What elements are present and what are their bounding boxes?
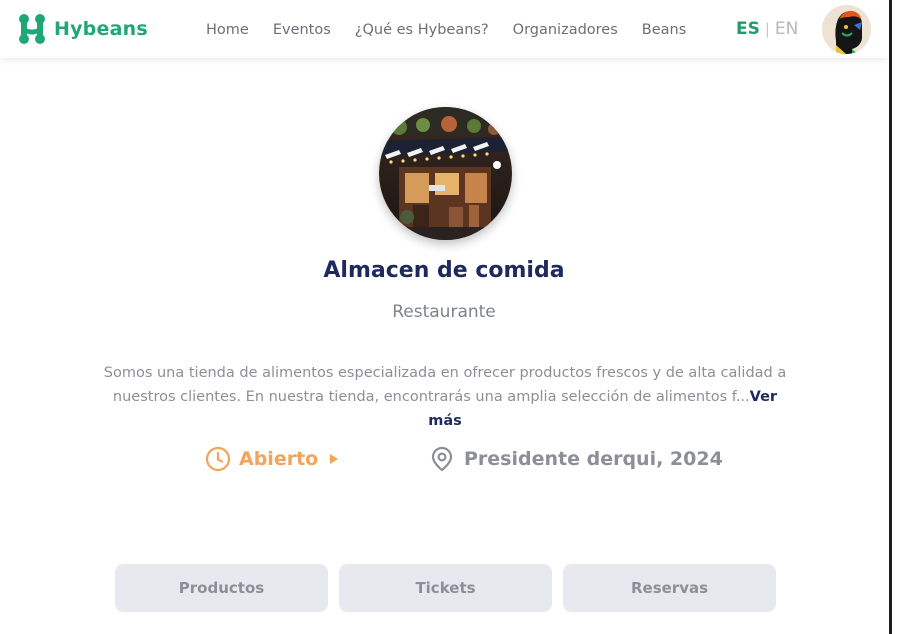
address-text: Presidente derqui, 2024 [464,448,723,470]
tab-productos[interactable]: Productos [115,564,328,612]
store-photo [379,107,512,240]
store-name: Almacen de comida [323,258,565,283]
storefront-image [379,107,512,240]
lang-en[interactable]: EN [775,19,798,39]
page: Hybeans Home Eventos ¿Qué es Hybeans? Or… [0,0,888,634]
brand-logo[interactable]: Hybeans [18,13,148,45]
top-nav-bar: Hybeans Home Eventos ¿Qué es Hybeans? Or… [0,0,888,58]
brand-name: Hybeans [54,18,148,40]
lang-separator: | [764,20,770,38]
tab-reservas[interactable]: Reservas [563,564,776,612]
lang-es[interactable]: ES [736,19,760,39]
nav-beans[interactable]: Beans [642,22,687,38]
window-right-edge [888,0,897,634]
store-category: Restaurante [392,302,496,322]
avatar-illustration [822,5,871,54]
caret-right-icon [330,454,339,464]
main-nav: Home Eventos ¿Qué es Hybeans? Organizado… [206,22,686,38]
store-description-text: Somos una tienda de alimentos especializ… [103,365,787,405]
hybeans-logo-icon [19,14,45,44]
nav-home[interactable]: Home [206,22,249,38]
opening-hours-toggle[interactable]: Abierto [205,446,339,472]
clock-icon [205,446,231,472]
tab-tickets[interactable]: Tickets [339,564,552,612]
scrollbar-track[interactable] [889,0,892,634]
open-status: Abierto [239,448,319,470]
user-avatar[interactable] [822,5,871,54]
store-tabs: Productos Tickets Reservas [115,564,776,612]
store-address: Presidente derqui, 2024 [430,446,723,472]
nav-organizadores[interactable]: Organizadores [513,22,618,38]
language-switcher: ES | EN [736,19,798,39]
store-description: Somos una tienda de alimentos especializ… [100,361,790,433]
nav-eventos[interactable]: Eventos [273,22,331,38]
map-pin-icon [431,446,453,472]
nav-que-es-hybeans[interactable]: ¿Qué es Hybeans? [355,22,489,38]
